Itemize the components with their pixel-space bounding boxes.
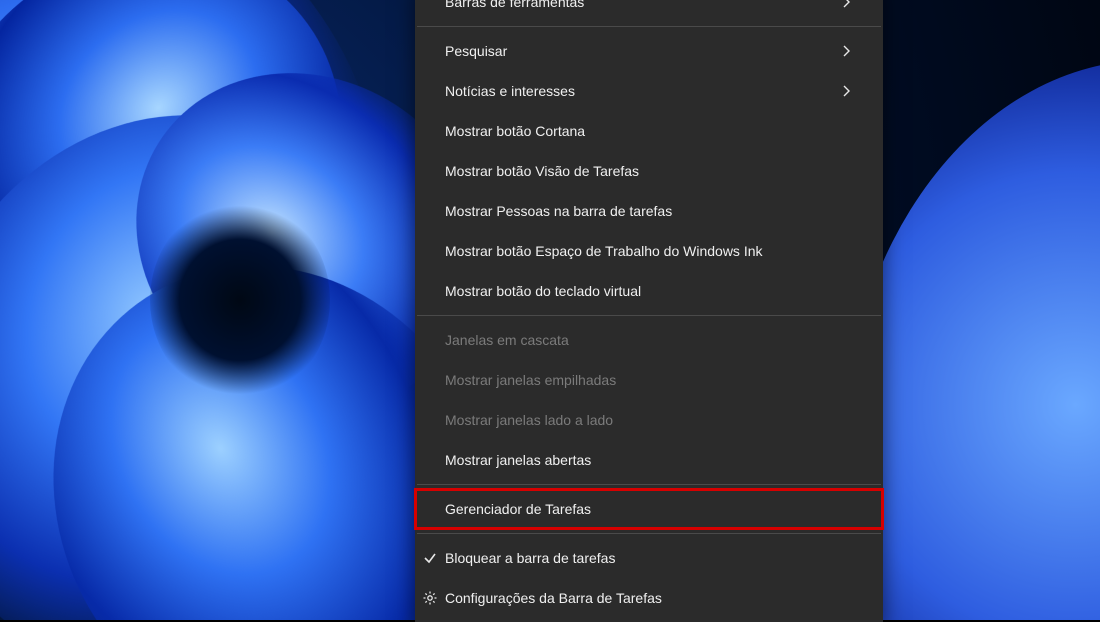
menu-item-people[interactable]: Mostrar Pessoas na barra de tarefas bbox=[415, 191, 883, 231]
menu-item-label: Bloquear a barra de tarefas bbox=[445, 550, 853, 566]
chevron-right-icon bbox=[839, 84, 853, 98]
menu-item-cortana-button[interactable]: Mostrar botão Cortana bbox=[415, 111, 883, 151]
menu-item-label: Mostrar botão Cortana bbox=[445, 123, 853, 139]
menu-separator bbox=[417, 26, 881, 27]
menu-item-label: Janelas em cascata bbox=[445, 332, 853, 348]
menu-item-stacked: Mostrar janelas empilhadas bbox=[415, 360, 883, 400]
menu-item-label: Gerenciador de Tarefas bbox=[445, 501, 853, 517]
menu-item-cascade: Janelas em cascata bbox=[415, 320, 883, 360]
menu-item-label: Barras de ferramentas bbox=[445, 0, 839, 10]
menu-item-label: Configurações da Barra de Tarefas bbox=[445, 590, 853, 606]
chevron-right-icon bbox=[839, 0, 853, 9]
taskbar-context-menu: Barras de ferramentas Pesquisar Notícias… bbox=[415, 0, 883, 622]
wallpaper-centre bbox=[150, 200, 330, 400]
menu-item-search[interactable]: Pesquisar bbox=[415, 31, 883, 71]
menu-item-label: Notícias e interesses bbox=[445, 83, 839, 99]
menu-item-ink-button[interactable]: Mostrar botão Espaço de Trabalho do Wind… bbox=[415, 231, 883, 271]
menu-item-taskbar-settings[interactable]: Configurações da Barra de Tarefas bbox=[415, 578, 883, 618]
menu-item-news[interactable]: Notícias e interesses bbox=[415, 71, 883, 111]
menu-separator bbox=[417, 533, 881, 534]
menu-item-sidebyside: Mostrar janelas lado a lado bbox=[415, 400, 883, 440]
menu-item-label: Mostrar janelas empilhadas bbox=[445, 372, 853, 388]
menu-item-label: Mostrar janelas lado a lado bbox=[445, 412, 853, 428]
gear-icon bbox=[421, 589, 439, 607]
menu-item-open-windows[interactable]: Mostrar janelas abertas bbox=[415, 440, 883, 480]
menu-item-label: Mostrar botão do teclado virtual bbox=[445, 283, 853, 299]
check-icon bbox=[421, 549, 439, 567]
menu-item-taskview-button[interactable]: Mostrar botão Visão de Tarefas bbox=[415, 151, 883, 191]
menu-item-label: Mostrar janelas abertas bbox=[445, 452, 853, 468]
menu-item-lock-taskbar[interactable]: Bloquear a barra de tarefas bbox=[415, 538, 883, 578]
menu-separator bbox=[417, 315, 881, 316]
menu-separator bbox=[417, 484, 881, 485]
menu-item-label: Pesquisar bbox=[445, 43, 839, 59]
menu-item-task-manager[interactable]: Gerenciador de Tarefas bbox=[415, 489, 883, 529]
menu-item-toolbars[interactable]: Barras de ferramentas bbox=[415, 0, 883, 22]
menu-item-label: Mostrar botão Espaço de Trabalho do Wind… bbox=[445, 243, 853, 259]
menu-item-touchkb-button[interactable]: Mostrar botão do teclado virtual bbox=[415, 271, 883, 311]
chevron-right-icon bbox=[839, 44, 853, 58]
menu-item-label: Mostrar botão Visão de Tarefas bbox=[445, 163, 853, 179]
menu-item-label: Mostrar Pessoas na barra de tarefas bbox=[445, 203, 853, 219]
